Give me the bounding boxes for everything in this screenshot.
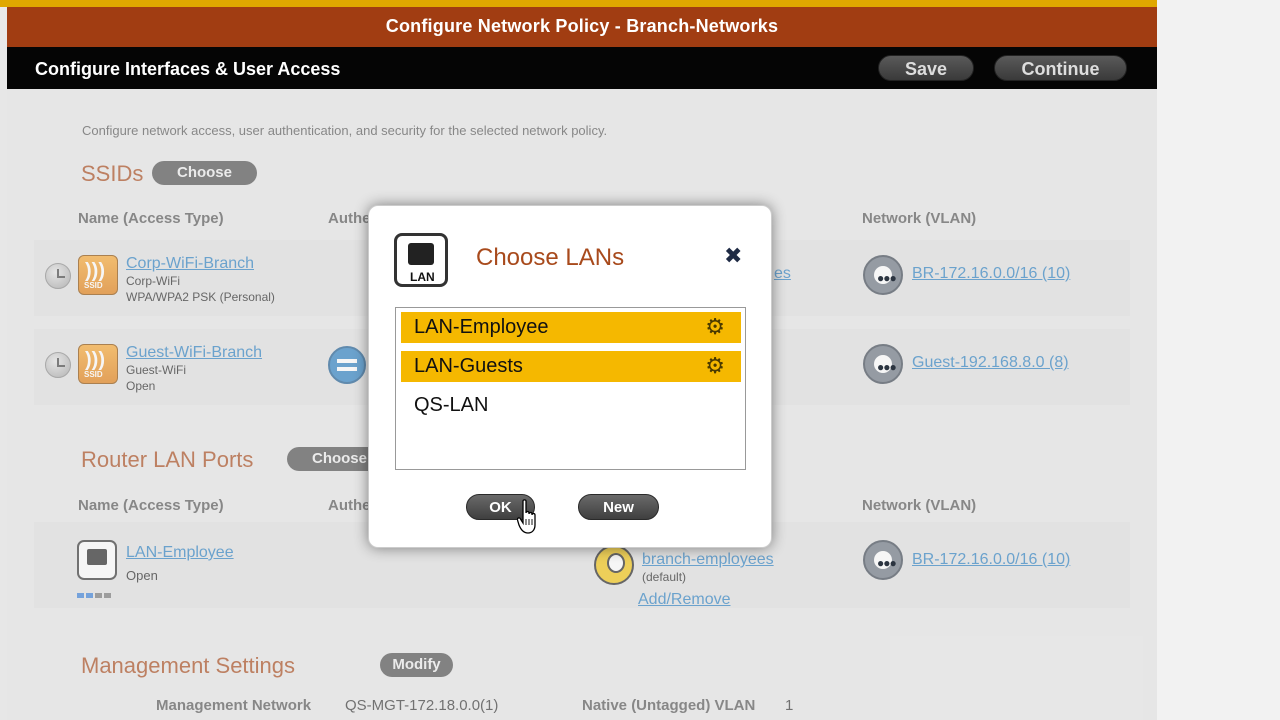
sub-header-title: Configure Interfaces & User Access bbox=[35, 59, 341, 79]
new-button[interactable]: New bbox=[578, 494, 659, 520]
save-button[interactable]: Save bbox=[878, 55, 974, 81]
hand-cursor-icon bbox=[517, 499, 536, 534]
lan-listbox[interactable]: LAN-Employee ⚙ LAN-Guests ⚙ QS-LAN bbox=[395, 307, 746, 470]
dialog-title: Choose LANs bbox=[476, 244, 625, 271]
sub-header-bar: Configure Interfaces & User Access Save … bbox=[7, 47, 1157, 89]
right-gutter bbox=[1157, 0, 1280, 720]
lan-list-item[interactable]: LAN-Employee ⚙ bbox=[401, 312, 741, 343]
close-icon[interactable]: ✖ bbox=[724, 243, 742, 269]
continue-button[interactable]: Continue bbox=[994, 55, 1127, 81]
lan-list-item[interactable]: LAN-Guests ⚙ bbox=[401, 351, 741, 382]
gear-icon[interactable]: ⚙ bbox=[705, 355, 725, 377]
top-stripe bbox=[0, 0, 1157, 7]
lan-icon: LAN bbox=[394, 233, 448, 287]
gear-icon[interactable]: ⚙ bbox=[705, 316, 725, 338]
choose-lans-dialog: LAN Choose LANs ✖ LAN-Employee ⚙ LAN-Gue… bbox=[368, 205, 772, 548]
page-title: Configure Network Policy - Branch-Networ… bbox=[7, 7, 1157, 47]
lan-list-item[interactable]: QS-LAN bbox=[401, 390, 741, 421]
page: Configure Network Policy - Branch-Networ… bbox=[0, 0, 1280, 720]
